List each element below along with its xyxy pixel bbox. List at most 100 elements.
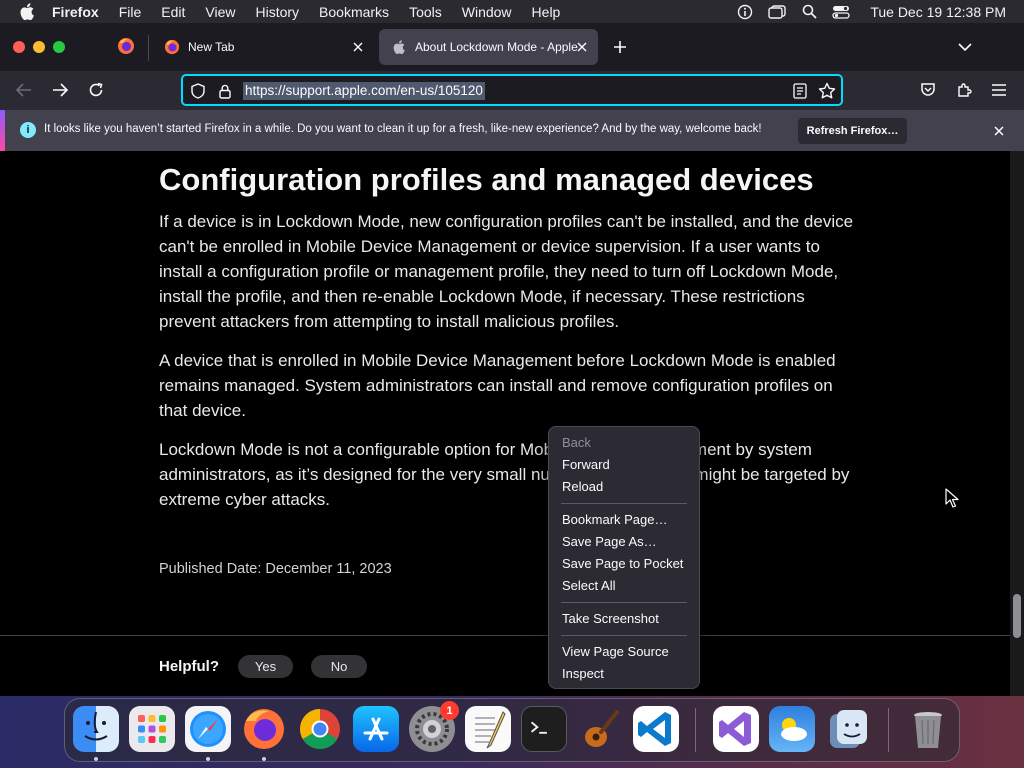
context-menu-separator [561,635,687,636]
notification-close-icon[interactable] [990,122,1008,140]
firefox-logo-icon [117,37,135,60]
article-paragraph: A device that is enrolled in Mobile Devi… [159,351,836,420]
dock-migration-assistant-icon[interactable] [825,706,871,752]
tab-close-icon[interactable] [350,39,366,55]
dock-app-store-icon[interactable] [353,706,399,752]
navigation-toolbar: https://support.apple.com/en-us/105120 [0,71,1024,109]
url-text[interactable]: https://support.apple.com/en-us/105120 [243,82,485,100]
dock-visual-studio-icon[interactable] [713,706,759,752]
pinned-tab-firefox[interactable] [108,31,144,65]
reload-icon[interactable] [85,79,107,101]
forward-arrow-icon[interactable] [49,79,71,101]
apple-favicon-icon [391,39,407,55]
system-settings-badge: 1 [440,701,459,720]
menu-window[interactable]: Window [462,4,512,20]
apple-logo-icon[interactable] [18,3,36,21]
tab-label: About Lockdown Mode - Apple Su [415,40,580,54]
helpful-label: Helpful? [159,658,219,675]
refresh-firefox-button[interactable]: Refresh Firefox… [798,118,907,144]
article-paragraph: Lockdown Mode is not a configurable opti… [159,440,850,509]
lock-icon[interactable] [217,82,233,100]
helpful-yes-button[interactable]: Yes [238,655,293,678]
helpful-no-button[interactable]: No [311,655,367,678]
context-menu-save-to-pocket[interactable]: Save Page to Pocket [562,554,692,574]
refresh-firefox-notification-bar: i It looks like you haven’t started Fire… [0,109,1024,152]
context-menu-bookmark-page[interactable]: Bookmark Page… [562,510,692,530]
tab-lockdown-mode-active[interactable]: About Lockdown Mode - Apple Su [379,29,598,65]
context-menu-save-page-as[interactable]: Save Page As… [562,532,692,552]
context-menu-forward[interactable]: Forward [562,455,692,475]
dock-running-indicator [262,757,266,761]
new-tab-plus-icon[interactable] [610,37,630,57]
page-scrollbar-thumb[interactable] [1013,594,1021,638]
screen: Firefox File Edit View History Bookmarks… [0,0,1024,768]
dock-weather-icon[interactable] [769,706,815,752]
dock-trash-icon[interactable] [905,706,951,752]
macos-menu-bar: Firefox File Edit View History Bookmarks… [0,0,1024,23]
bookmark-star-icon[interactable] [817,81,837,101]
window-minimize-button[interactable] [33,41,45,53]
url-bar[interactable]: https://support.apple.com/en-us/105120 [181,74,843,106]
menu-edit[interactable]: Edit [161,4,185,20]
dock-running-indicator [206,757,210,761]
menu-history[interactable]: History [255,4,299,20]
tab-close-icon[interactable] [574,39,590,55]
dock-separator [695,708,696,752]
content-divider [0,635,1010,636]
context-menu-inspect[interactable]: Inspect [562,664,692,684]
window-zoom-button[interactable] [53,41,65,53]
menu-file[interactable]: File [119,4,142,20]
spotlight-search-icon[interactable] [800,4,818,20]
pocket-icon[interactable] [917,79,939,101]
back-arrow-icon[interactable] [13,79,35,101]
context-menu-select-all[interactable]: Select All [562,576,692,596]
context-menu-separator [561,602,687,603]
menu-tools[interactable]: Tools [409,4,442,20]
dock-separator [888,708,889,752]
dock-safari-icon[interactable] [185,706,231,752]
menu-app-firefox[interactable]: Firefox [52,4,99,20]
dock-garageband-icon[interactable] [577,706,623,752]
dock-chrome-icon[interactable] [297,706,343,752]
window-close-button[interactable] [13,41,25,53]
dock-textedit-icon[interactable] [465,706,511,752]
section-heading: Configuration profiles and managed devic… [159,162,814,197]
status-info-icon[interactable] [736,4,754,20]
notification-message: It looks like you haven’t started Firefo… [44,123,762,135]
dock-terminal-icon[interactable] [521,706,567,752]
context-menu-back: Back [562,435,591,450]
reader-view-icon[interactable] [791,82,809,100]
mouse-pointer-icon [945,488,959,508]
dock-firefox-icon[interactable] [241,706,287,752]
list-all-tabs-chevron-icon[interactable] [955,37,975,57]
menu-bar-status-area: Tue Dec 19 12:38 PM [736,0,1006,23]
dock-running-indicator [94,757,98,761]
dock-finder-icon[interactable] [73,706,119,752]
published-date: Published Date: December 11, 2023 [159,561,392,577]
tracking-protection-shield-icon[interactable] [189,82,207,100]
app-menu-hamburger-icon[interactable] [988,79,1010,101]
context-menu: Back Forward Reload Bookmark Page… Save … [548,426,700,689]
menu-bar-clock[interactable]: Tue Dec 19 12:38 PM [870,4,1006,20]
notification-accent-stripe [0,110,5,152]
extensions-puzzle-icon[interactable] [953,79,975,101]
menu-help[interactable]: Help [532,4,561,20]
context-menu-reload[interactable]: Reload [562,477,692,497]
dock-launchpad-icon[interactable] [129,706,175,752]
tab-new-tab[interactable]: New Tab [152,29,374,65]
menu-view[interactable]: View [205,4,235,20]
control-center-icon[interactable] [832,4,850,20]
firefox-favicon-icon [164,39,180,55]
page-content: Configuration profiles and managed devic… [0,151,1024,696]
info-icon: i [20,122,36,138]
stage-manager-icon[interactable] [768,4,787,20]
menu-bookmarks[interactable]: Bookmarks [319,4,389,20]
article-paragraph: If a device is in Lockdown Mode, new con… [159,212,854,331]
context-menu-separator [561,503,687,504]
context-menu-take-screenshot[interactable]: Take Screenshot [562,609,692,629]
tab-label: New Tab [188,40,235,54]
context-menu-view-page-source[interactable]: View Page Source [562,642,692,662]
dock-vscode-icon[interactable] [633,706,679,752]
tab-strip: New Tab About Lockdown Mode - Apple Su [0,23,1024,71]
tab-separator [148,35,149,61]
